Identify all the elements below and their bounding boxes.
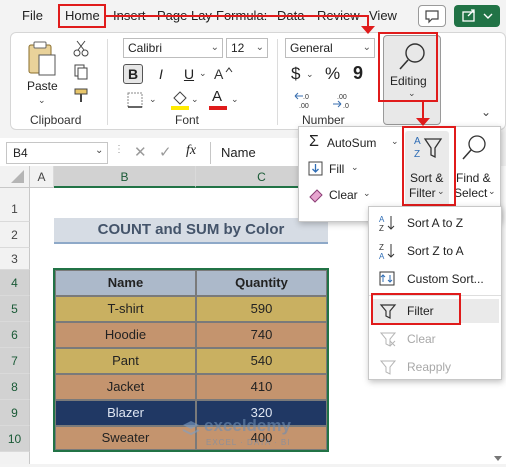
chevron-down-icon: ⌄	[391, 136, 399, 146]
table-cell-qty[interactable]: 540	[196, 348, 327, 374]
row-header[interactable]: 8	[0, 374, 30, 400]
corner-triangle-icon	[11, 170, 24, 183]
menu-item-label: Reapply	[407, 360, 452, 374]
menu-item-label: Sort A to Z	[407, 216, 464, 230]
enter-icon[interactable]: ✓	[159, 143, 172, 161]
column-header-a[interactable]: A	[30, 166, 54, 188]
table-cell-name[interactable]: Hoodie	[55, 322, 196, 348]
autosum-label: AutoSum	[327, 136, 377, 150]
header-quantity[interactable]: Quantity	[196, 270, 327, 296]
chevron-down-icon: ⌄	[95, 145, 104, 156]
table-cell-name[interactable]: Sweater	[55, 426, 196, 450]
row-header[interactable]: 5	[0, 296, 30, 322]
sort-descending-icon: ZA	[379, 243, 395, 260]
table-cell-qty[interactable]: 410	[196, 374, 327, 400]
table-cell-name[interactable]: T-shirt	[55, 296, 196, 322]
fill-down-icon	[308, 161, 323, 176]
svg-text:A: A	[379, 215, 385, 224]
watermark: exceldemy EXCEL · DATA · BI	[180, 414, 330, 454]
name-box-value: B4	[13, 146, 28, 160]
row-header[interactable]: 2	[0, 222, 30, 248]
menu-item-reapply: Reapply	[371, 355, 499, 379]
autosum-button[interactable]: Σ AutoSum ⌄	[305, 133, 401, 153]
watermark-brand: exceldemy	[204, 416, 291, 435]
row-header[interactable]: 7	[0, 348, 30, 374]
header-name[interactable]: Name	[55, 270, 196, 296]
row-header-filler	[0, 452, 30, 464]
menu-item-label: Sort Z to A	[407, 244, 464, 258]
cancel-icon[interactable]: ✕	[134, 143, 147, 161]
formula-bar: B4 ⌄ ⋮ ✕ ✓ fx Name	[0, 138, 300, 166]
menu-item-clear: Clear	[371, 327, 499, 351]
chevron-down-icon: ⌄	[488, 186, 496, 196]
row-header[interactable]: 4	[0, 270, 30, 296]
menu-item-sort-z-to-a[interactable]: ZA Sort Z to A	[371, 239, 499, 263]
row-header[interactable]: 10	[0, 426, 30, 452]
chevron-down-icon: ⌄	[351, 162, 359, 172]
eraser-icon	[309, 189, 323, 203]
scroll-down-icon	[494, 456, 502, 461]
formula-input[interactable]: Name	[210, 142, 300, 164]
table-cell-qty[interactable]: 740	[196, 322, 327, 348]
scroll-down-button[interactable]	[490, 452, 506, 464]
table-cell-name[interactable]: Pant	[55, 348, 196, 374]
row-header[interactable]: 6	[0, 322, 30, 348]
search-icon	[462, 135, 486, 160]
sort-ascending-icon: AZ	[379, 215, 395, 232]
fill-button[interactable]: Fill ⌄	[305, 159, 401, 179]
clear-filter-icon	[379, 332, 397, 347]
row-header[interactable]: 1	[0, 196, 30, 222]
menu-item-label: Clear	[407, 332, 436, 346]
formula-content: Name	[221, 145, 256, 160]
clear-label: Clear	[329, 188, 358, 202]
reapply-icon	[379, 360, 397, 375]
name-box[interactable]: B4 ⌄	[6, 142, 108, 164]
sort-filter-highlight	[402, 126, 456, 206]
row-header[interactable]: 3	[0, 248, 30, 270]
fill-label: Fill	[329, 162, 345, 176]
filter-highlight	[371, 293, 461, 325]
sheet-title: COUNT and SUM by Color	[54, 218, 328, 244]
table-cell-qty[interactable]: 590	[196, 296, 327, 322]
find-select-label-1: Find &	[456, 171, 491, 185]
table-cell-name[interactable]: Jacket	[55, 374, 196, 400]
exceldemy-logo-icon	[182, 421, 200, 436]
menu-item-custom-sort[interactable]: Custom Sort...	[371, 267, 499, 291]
clear-button[interactable]: Clear ⌄	[305, 185, 401, 205]
row-header-gap	[0, 188, 30, 196]
column-header-b[interactable]: B	[54, 166, 196, 188]
svg-text:A: A	[379, 252, 385, 260]
watermark-tagline: EXCEL · DATA · BI	[206, 438, 291, 447]
sigma-icon: Σ	[309, 133, 319, 150]
insert-function-icon[interactable]: fx	[186, 143, 196, 159]
more-icon: ⋮	[114, 144, 124, 155]
chevron-down-icon: ⌄	[363, 188, 371, 198]
row-header[interactable]: 9	[0, 400, 30, 426]
find-select-label-2: Select	[454, 186, 488, 200]
svg-text:Z: Z	[379, 243, 384, 252]
svg-text:Z: Z	[379, 224, 384, 232]
table-cell-name[interactable]: Blazer	[55, 400, 196, 426]
find-select-button[interactable]: Find & Select ⌄	[451, 131, 497, 209]
menu-item-label: Custom Sort...	[407, 272, 484, 286]
select-all-corner[interactable]	[0, 166, 30, 188]
custom-sort-icon	[379, 271, 395, 286]
menu-item-sort-a-to-z[interactable]: AZ Sort A to Z	[371, 211, 499, 235]
